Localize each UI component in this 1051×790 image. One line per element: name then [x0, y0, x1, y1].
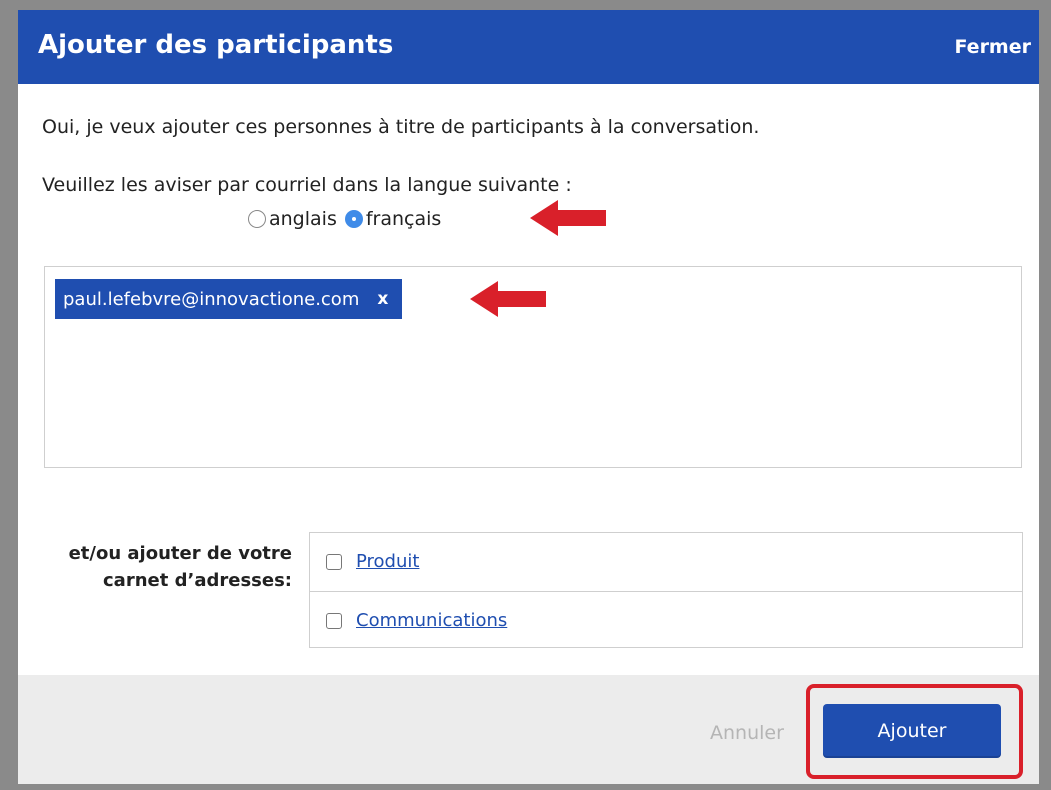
recipient-chip: paul.lefebvre@innovactione.com x: [55, 279, 403, 319]
intro-text: Oui, je veux ajouter ces personnes à tit…: [42, 116, 760, 138]
address-book-label-line2: carnet d’adresses:: [103, 570, 292, 591]
address-book-item: Communications: [310, 591, 1022, 649]
dialog-title: Ajouter des participants: [38, 30, 394, 60]
close-button[interactable]: Fermer: [954, 36, 1031, 58]
address-book-label: et/ou ajouter de votre carnet d’adresses…: [42, 540, 292, 594]
radio-french-label[interactable]: français: [366, 208, 441, 230]
link-produit[interactable]: Produit: [356, 551, 419, 572]
add-participants-dialog: Ajouter des participants Fermer Oui, je …: [18, 10, 1039, 784]
annotation-arrow-icon: [530, 200, 606, 236]
dialog-header: Ajouter des participants Fermer: [18, 10, 1039, 84]
language-options: anglais français: [248, 204, 449, 234]
checkbox-produit[interactable]: [326, 553, 342, 570]
radio-english-label[interactable]: anglais: [269, 208, 337, 230]
address-book-label-line1: et/ou ajouter de votre: [68, 543, 292, 564]
address-book-list: Produit Communications: [309, 532, 1023, 648]
radio-french[interactable]: [344, 210, 363, 228]
language-prompt: Veuillez les aviser par courriel dans la…: [42, 174, 572, 196]
link-communications[interactable]: Communications: [356, 610, 507, 631]
address-book-item: Produit: [310, 533, 1022, 590]
recipient-email: paul.lefebvre@innovactione.com: [63, 288, 360, 310]
annotation-arrow-icon: [470, 281, 546, 317]
radio-english[interactable]: [248, 210, 266, 228]
add-button[interactable]: Ajouter: [823, 704, 1001, 758]
cancel-button[interactable]: Annuler: [710, 722, 784, 744]
remove-recipient-button[interactable]: x: [377, 289, 388, 309]
checkbox-communications[interactable]: [326, 612, 342, 629]
